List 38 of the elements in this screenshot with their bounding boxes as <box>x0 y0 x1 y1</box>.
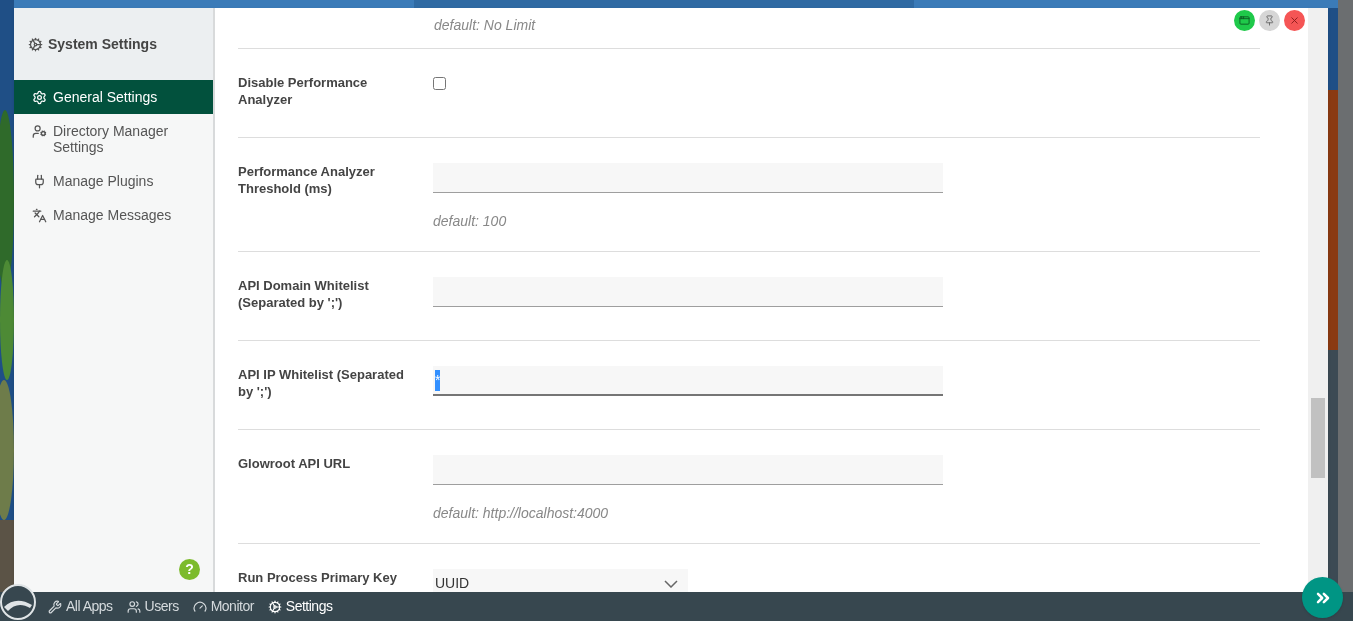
text-field[interactable] <box>433 163 943 193</box>
setting-label: Glowroot API URL <box>238 455 352 472</box>
hint-text: default: 100 <box>433 212 508 231</box>
window-icon <box>1239 15 1250 26</box>
users-icon <box>126 599 141 614</box>
setting-label: API IP Whitelist (Separated by ';') <box>238 366 405 400</box>
sidebar-item[interactable]: Manage Messages <box>14 198 213 232</box>
text-field[interactable] <box>433 277 943 307</box>
gears-icon <box>28 36 43 52</box>
pin-icon <box>1264 15 1275 26</box>
sidebar-item[interactable]: Directory Manager Settings <box>14 114 213 164</box>
checkbox[interactable] <box>433 77 446 90</box>
taskbar-item[interactable]: Users <box>126 596 179 617</box>
gear-icon <box>267 599 282 614</box>
scrollbar-thumb[interactable] <box>1311 398 1325 478</box>
gear-icon <box>32 90 47 105</box>
taskbar-item[interactable]: All Apps <box>48 596 113 617</box>
hint-text: default: No Limit <box>434 17 536 33</box>
dropdown[interactable]: UUID <box>433 569 688 592</box>
setting-label: API Domain Whitelist (Separated by ';') <box>238 277 370 311</box>
field-value: * <box>435 369 441 391</box>
close-icon <box>1289 15 1300 26</box>
taskbar-item[interactable]: Monitor <box>192 596 254 617</box>
taskbar-item[interactable]: Settings <box>267 596 333 617</box>
chevron-down-icon <box>664 579 678 588</box>
wrench-icon <box>48 599 62 614</box>
user-gear-icon <box>32 124 47 139</box>
gauge-icon <box>192 599 207 614</box>
sidebar-item[interactable]: Manage Plugins <box>14 164 213 198</box>
translate-icon <box>32 208 47 223</box>
sidebar-header: System Settings <box>14 8 213 80</box>
setting-label: Run Process Primary Key <box>238 569 398 586</box>
setting-label: Performance Analyzer Threshold (ms) <box>238 163 376 197</box>
sidebar-item[interactable]: General Settings <box>14 80 213 114</box>
setting-label: Disable Performance Analyzer <box>238 74 369 108</box>
text-field[interactable] <box>433 455 943 485</box>
plug-icon <box>32 174 47 189</box>
hint-text: default: http://localhost:4000 <box>433 504 610 523</box>
